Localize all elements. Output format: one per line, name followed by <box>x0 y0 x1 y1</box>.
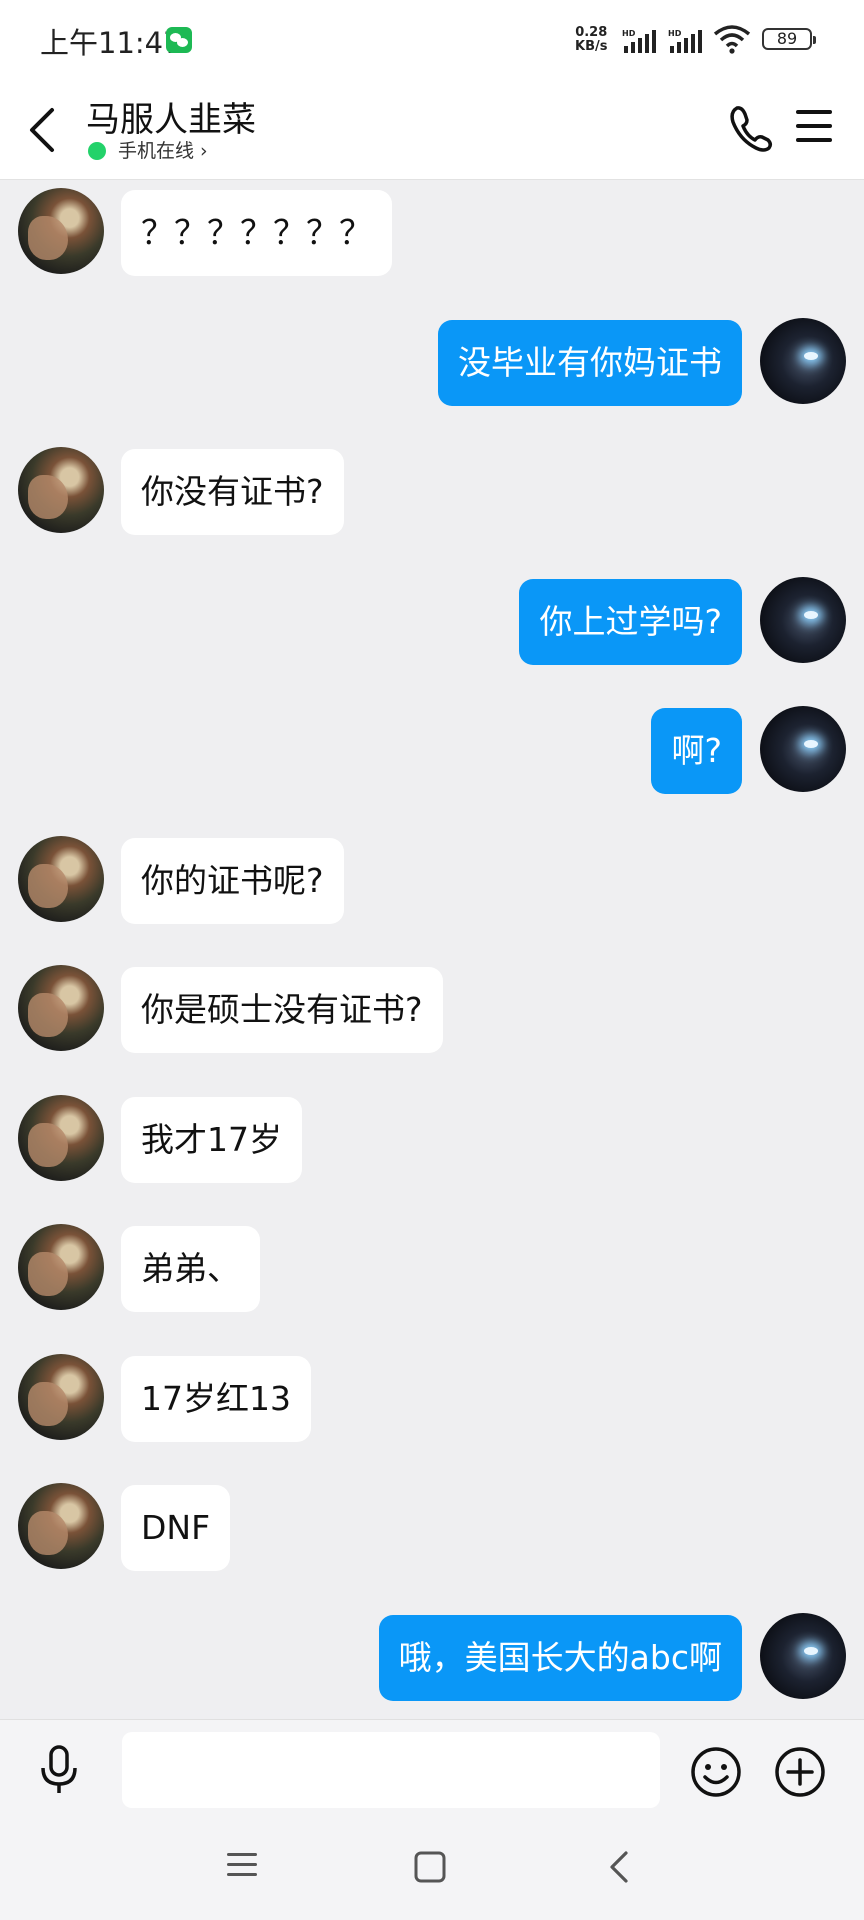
system-nav-bar <box>0 1819 864 1920</box>
message-incoming: DNF <box>0 1483 864 1573</box>
menu-icon[interactable] <box>794 106 834 150</box>
nav-home-icon[interactable] <box>414 1851 446 1887</box>
contact-avatar[interactable] <box>18 1224 104 1310</box>
chat-header: 马服人韭菜 手机在线 › <box>0 80 864 180</box>
online-indicator <box>88 142 106 160</box>
contact-avatar[interactable] <box>18 1483 104 1569</box>
wechat-icon <box>166 27 192 53</box>
my-avatar[interactable] <box>760 706 846 792</box>
wifi-icon <box>713 24 751 58</box>
message-outgoing: 哦，美国长大的abc啊 <box>0 1613 864 1703</box>
message-list[interactable]: ？？？？？？？ 没毕业有你妈证书 你没有证书? 你上过学吗? 啊? 你的证书呢?… <box>0 181 864 1719</box>
phone-icon[interactable] <box>728 104 774 156</box>
microphone-icon[interactable] <box>36 1744 82 1800</box>
my-avatar[interactable] <box>760 577 846 663</box>
back-icon[interactable] <box>22 104 62 160</box>
my-avatar[interactable] <box>760 318 846 404</box>
message-outgoing: 啊? <box>0 706 864 796</box>
message-bubble[interactable]: 你没有证书? <box>121 449 344 535</box>
message-bubble[interactable]: DNF <box>121 1485 231 1571</box>
message-incoming: 弟弟、 <box>0 1224 864 1314</box>
nav-menu-icon[interactable] <box>226 1849 258 1885</box>
message-bubble[interactable]: ？？？？？？？ <box>121 190 392 276</box>
message-bubble[interactable]: 你上过学吗? <box>519 579 742 665</box>
plus-icon[interactable] <box>774 1746 826 1802</box>
status-bar: 上午11:47 0.28 KB/s HD HD 89 <box>0 0 864 80</box>
contact-avatar[interactable] <box>18 447 104 533</box>
message-bubble[interactable]: 啊? <box>651 708 742 794</box>
contact-avatar[interactable] <box>18 188 104 274</box>
message-bubble[interactable]: 你是硕士没有证书? <box>121 967 443 1053</box>
input-bar <box>0 1719 864 1819</box>
message-incoming: 17岁红13 <box>0 1354 864 1444</box>
nav-back-icon[interactable] <box>604 1849 636 1889</box>
message-bubble[interactable]: 哦，美国长大的abc啊 <box>378 1615 742 1701</box>
contact-avatar[interactable] <box>18 965 104 1051</box>
contact-avatar[interactable] <box>18 1095 104 1181</box>
message-bubble[interactable]: 你的证书呢? <box>121 838 344 924</box>
network-speed-unit: KB/s <box>575 39 608 54</box>
network-speed: 0.28 KB/s <box>575 26 607 54</box>
battery-icon: 89 <box>762 28 816 50</box>
network-speed-value: 0.28 <box>575 25 608 40</box>
my-avatar[interactable] <box>760 1613 846 1699</box>
message-outgoing: 没毕业有你妈证书 <box>0 318 864 408</box>
contact-avatar[interactable] <box>18 836 104 922</box>
contact-name[interactable]: 马服人韭菜 <box>86 92 256 141</box>
contact-avatar[interactable] <box>18 1354 104 1440</box>
message-incoming: 你是硕士没有证书? <box>0 965 864 1055</box>
message-bubble[interactable]: 我才17岁 <box>121 1097 302 1183</box>
status-time: 上午11:47 <box>40 26 182 60</box>
message-bubble[interactable]: 弟弟、 <box>121 1226 260 1312</box>
message-incoming: 我才17岁 <box>0 1095 864 1185</box>
message-bubble[interactable]: 没毕业有你妈证书 <box>438 320 742 406</box>
message-bubble[interactable]: 17岁红13 <box>121 1356 311 1442</box>
message-outgoing: 你上过学吗? <box>0 577 864 667</box>
signal-hd-label: HD <box>622 29 636 38</box>
signal-hd-label: HD <box>668 29 682 38</box>
signal-icon: HD <box>668 28 708 58</box>
emoji-icon[interactable] <box>690 1746 742 1802</box>
online-status[interactable]: 手机在线 › <box>118 136 208 163</box>
message-incoming: 你的证书呢? <box>0 836 864 926</box>
message-input[interactable] <box>122 1732 660 1808</box>
message-incoming: 你没有证书? <box>0 447 864 537</box>
message-incoming: ？？？？？？？ <box>0 188 864 278</box>
signal-icon: HD <box>622 28 662 58</box>
